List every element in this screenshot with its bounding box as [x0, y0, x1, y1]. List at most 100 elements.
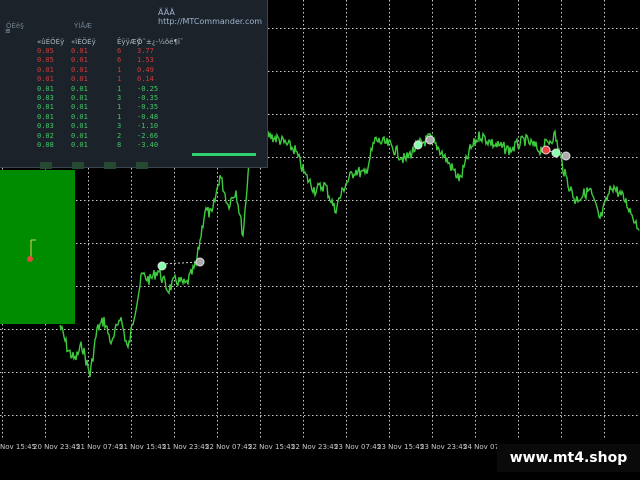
highlight-zone [0, 170, 75, 324]
positions-table: 0.05 0.01 6 3.77 ˙ 0.05 0.01 6 1.53 ˙ 0.01 0.01 1 0.4… [37, 47, 258, 150]
table-row[interactable]: 0.01 0.01 1 -0.25 ˙ [37, 84, 258, 94]
table-cell: 0.01 [37, 75, 54, 84]
close-icon[interactable]: ˙ [254, 113, 258, 121]
time-tick-label: 22 Nov 15:45 [248, 443, 296, 451]
trade-entry-icon [157, 261, 167, 271]
footer-button[interactable] [104, 162, 116, 169]
time-tick-label: 23 Nov 23:45 [420, 443, 468, 451]
footer-button[interactable] [72, 162, 84, 169]
footer-button[interactable] [136, 162, 148, 169]
table-cell: 1 [117, 84, 122, 93]
table-row[interactable]: 0.01 0.01 1 -0.35 ˙ [37, 103, 258, 112]
table-row[interactable]: 0.03 0.01 3 -0.35 ˙ [37, 93, 258, 103]
close-icon[interactable]: ˙ [254, 66, 258, 74]
close-icon[interactable]: ˙ [254, 103, 258, 111]
table-cell: 3 [117, 122, 122, 131]
table-cell: 0.01 [37, 84, 54, 93]
table-row[interactable]: 0.02 0.01 2 -2.66 ˙ [37, 131, 258, 141]
table-cell: 0.14 [137, 75, 154, 84]
column-header: «ïÉÖÉÿ [71, 38, 96, 46]
trade-entry-icon [413, 140, 423, 150]
trade-exit-icon [561, 151, 571, 161]
table-cell: 0.01 [71, 65, 88, 74]
table-cell: 8 [117, 140, 122, 149]
close-icon[interactable]: ˙ [254, 75, 258, 83]
close-icon[interactable]: ˙ [254, 122, 258, 130]
table-cell: -0.48 [137, 112, 159, 121]
close-icon[interactable]: ˙ [254, 94, 258, 102]
time-tick-label: 23 Nov 15:45 [377, 443, 425, 451]
table-cell: 0.01 [71, 75, 88, 84]
close-icon[interactable]: ˙ [254, 141, 258, 149]
time-tick-label: Nov 15:45 [0, 443, 37, 451]
table-cell: -3.40 [137, 140, 159, 149]
close-icon[interactable]: ˙ [254, 47, 258, 55]
time-tick-label: 21 Nov 15:45 [119, 443, 167, 451]
table-cell: 0.08 [37, 140, 54, 149]
table-row[interactable]: 0.01 0.01 1 0.14 ˙ [37, 75, 258, 84]
table-cell: 0.01 [71, 140, 88, 149]
time-tick-label: 21 Nov 23:45 [162, 443, 210, 451]
table-row[interactable]: 0.01 0.01 1 -0.48 ˙ [37, 112, 258, 122]
table-cell: 0.01 [71, 103, 88, 112]
table-cell: 0.03 [37, 93, 54, 102]
table-cell: 1.53 [137, 56, 154, 65]
tab-history[interactable]: ÝÌÅÆ [74, 22, 92, 30]
table-cell: 0.01 [71, 56, 88, 65]
table-cell: 0.01 [37, 65, 54, 74]
panel-footer-buttons[interactable] [40, 154, 190, 169]
table-cell: 0.01 [71, 122, 88, 131]
table-cell: 6 [117, 47, 122, 55]
table-row[interactable]: 0.05 0.01 6 1.53 ˙ [37, 56, 258, 65]
footer-button[interactable] [40, 162, 52, 169]
column-header: «ûÉÖÉÿ [37, 38, 65, 46]
progress-bar [192, 153, 256, 156]
table-cell: 0.02 [37, 131, 54, 140]
table-cell: -0.35 [137, 93, 159, 102]
trade-exit-icon [195, 257, 205, 267]
panel-tabs[interactable]: ÖÈë§ ÝÌÅÆ [6, 22, 140, 30]
table-cell: 0.05 [37, 56, 54, 65]
table-cell: 1 [117, 103, 122, 112]
menu-icon[interactable]: ≡ [5, 27, 11, 35]
close-icon[interactable]: ˙ [254, 132, 258, 140]
trade-entry-icon [551, 148, 561, 158]
table-cell: 0.49 [137, 65, 154, 74]
time-tick-label: 22 Nov 07:45 [205, 443, 253, 451]
table-row[interactable]: 0.08 0.01 8 -3.40 ˙ [37, 140, 258, 150]
table-row[interactable]: 0.05 0.01 6 3.77 ˙ [37, 47, 258, 56]
table-cell: 0.01 [71, 131, 88, 140]
brand-watermark: www.mt4.shop [497, 444, 640, 472]
table-cell: 1 [117, 65, 122, 74]
time-tick-label: 22 Nov 23:45 [291, 443, 339, 451]
column-header: Ó˜±¿-½õé¶ïˇ [137, 38, 184, 46]
close-icon[interactable]: ˙ [254, 56, 258, 64]
table-row[interactable]: 0.03 0.01 3 -1.10 ˙ [37, 122, 258, 131]
table-row[interactable]: 0.01 0.01 1 0.49 ˙ [37, 65, 258, 75]
table-cell: 3.77 [137, 47, 154, 55]
table-cell: 6 [117, 56, 122, 65]
table-cell: -0.35 [137, 103, 159, 112]
table-cell: 3 [117, 93, 122, 102]
table-cell: 2 [117, 131, 122, 140]
table-cell: 1 [117, 112, 122, 121]
table-cell: 0.05 [37, 47, 54, 55]
table-cell: 1 [117, 75, 122, 84]
table-cell: 0.03 [37, 122, 54, 131]
table-cell: 0.01 [37, 112, 54, 121]
time-tick-label: 23 Nov 07:45 [334, 443, 382, 451]
close-icon[interactable]: ˙ [254, 85, 258, 93]
table-cell: 0.01 [71, 47, 88, 55]
table-cell: -0.25 [137, 84, 159, 93]
time-tick-label: 20 Nov 23:45 [33, 443, 81, 451]
trade-exit-icon [425, 135, 435, 145]
table-cell: 0.01 [37, 103, 54, 112]
table-cell: 0.01 [71, 112, 88, 121]
time-tick-label: 21 Nov 07:45 [76, 443, 124, 451]
table-cell: 0.01 [71, 93, 88, 102]
trade-panel[interactable]: ÄÄÄ http://MTCommander.com ÖÈë§ ÝÌÅÆ ≡ «… [0, 0, 268, 169]
table-cell: -2.66 [137, 131, 159, 140]
table-cell: -1.10 [137, 122, 159, 131]
table-cell: 0.01 [71, 84, 88, 93]
panel-link[interactable]: ÄÄÄ http://MTCommander.com [158, 8, 267, 26]
